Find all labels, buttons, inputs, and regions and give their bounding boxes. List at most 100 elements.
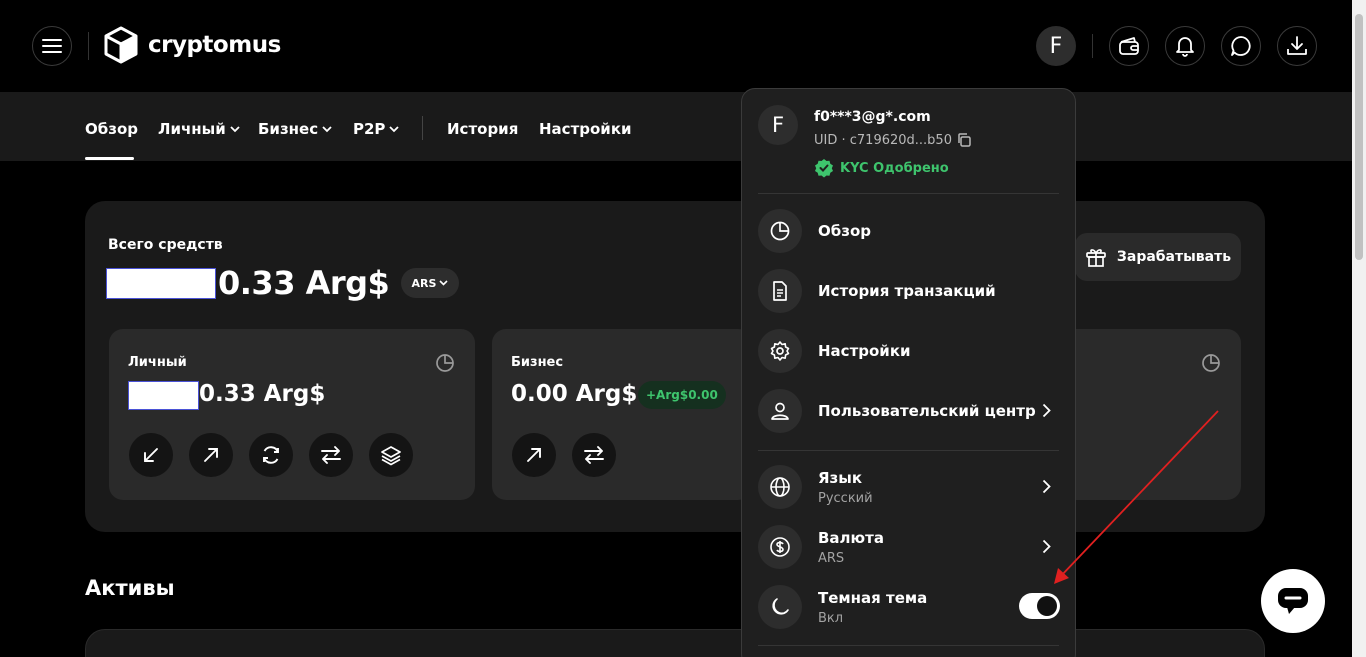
copy-icon[interactable] — [956, 132, 972, 148]
uid-text: UID · c719620d...b50 — [814, 132, 952, 148]
card-amount: 0.33 Arg$ — [199, 381, 326, 407]
divider — [88, 32, 89, 60]
globe-icon — [770, 477, 790, 497]
menu-item-value: Вкл — [818, 611, 844, 626]
user-uid: UID · c719620d...b50 — [814, 132, 972, 148]
transfer-button[interactable] — [309, 433, 353, 477]
menu-item-user-center[interactable]: Пользовательский центр — [758, 389, 1059, 435]
receive-button[interactable] — [129, 433, 173, 477]
nav-overview[interactable]: Обзор — [85, 120, 138, 138]
chat-icon — [1231, 36, 1251, 56]
icon-circle — [758, 209, 802, 253]
page-scrollbar[interactable] — [1352, 0, 1366, 657]
user-email: f0***3@g*.com — [814, 109, 931, 125]
send-icon — [527, 448, 541, 462]
avatar-letter: F — [771, 113, 785, 137]
profile-dropdown: F f0***3@g*.com UID · c719620d...b50 KYC… — [741, 88, 1076, 657]
menu-item-transaction-history[interactable]: История транзакций — [758, 269, 1059, 315]
chevron-down-icon — [322, 125, 332, 132]
currency-label: ARS — [411, 276, 437, 290]
nav-personal[interactable]: Личный — [158, 120, 240, 138]
user-avatar-button[interactable]: F — [1036, 26, 1076, 66]
user-icon — [771, 402, 789, 420]
earn-button-label: Зарабатывать — [1116, 249, 1232, 265]
top-bar: cryptomus F — [0, 0, 1352, 92]
assets-list — [85, 629, 1265, 657]
notifications-button[interactable] — [1165, 26, 1205, 66]
logo[interactable]: cryptomus — [104, 26, 281, 64]
menu-item-label: Темная тема — [818, 589, 928, 607]
avatar-letter: F — [1049, 33, 1063, 59]
redacted-value — [106, 268, 216, 299]
divider — [758, 450, 1059, 451]
menu-item-settings[interactable]: Настройки — [758, 329, 1059, 375]
staking-icon — [381, 446, 401, 466]
hamburger-icon — [42, 39, 62, 53]
assets-heading: Активы — [85, 576, 175, 600]
transfer-icon — [584, 446, 604, 464]
chat-bubble-icon — [1278, 588, 1308, 614]
staking-button[interactable] — [369, 433, 413, 477]
wallet-icon — [1119, 37, 1139, 55]
nav-label: P2P — [353, 120, 386, 138]
support-chat-button[interactable] — [1261, 569, 1325, 633]
chevron-right-icon — [1042, 479, 1051, 494]
chevron-down-icon — [439, 280, 449, 286]
card-label: Бизнес — [511, 355, 564, 370]
menu-item-dark-theme: Темная тема Вкл — [758, 585, 1059, 631]
menu-item-currency[interactable]: Валюта ARS — [758, 525, 1059, 571]
menu-item-value: Русский — [818, 491, 873, 506]
icon-circle — [758, 465, 802, 509]
wallet-button[interactable] — [1109, 26, 1149, 66]
menu-item-label: Пользовательский центр — [818, 402, 1036, 420]
total-balance-label: Всего средств — [108, 237, 223, 253]
send-icon — [204, 448, 218, 462]
nav-label: Личный — [158, 120, 226, 138]
send-button[interactable] — [512, 433, 556, 477]
pie-chart-icon — [770, 221, 790, 241]
menu-item-overview[interactable]: Обзор — [758, 209, 1059, 255]
gift-icon — [1086, 249, 1106, 267]
divider — [1092, 34, 1093, 58]
menu-button[interactable] — [32, 26, 72, 66]
nav-p2p[interactable]: P2P — [353, 120, 400, 138]
download-button[interactable] — [1277, 26, 1317, 66]
nav-label: Бизнес — [258, 120, 319, 138]
currency-selector[interactable]: ARS — [401, 268, 459, 298]
chevron-down-icon — [389, 125, 400, 132]
dollar-icon — [770, 537, 790, 557]
icon-circle — [758, 329, 802, 373]
download-icon — [1287, 36, 1307, 55]
chevron-right-icon — [1042, 539, 1051, 554]
nav-settings[interactable]: Настройки — [539, 120, 632, 138]
logo-text: cryptomus — [148, 32, 281, 58]
nav-business[interactable]: Бизнес — [258, 120, 332, 138]
menu-item-value: ARS — [818, 551, 845, 566]
transfer-icon — [321, 446, 341, 464]
card-label: Личный — [128, 355, 187, 370]
pie-chart-icon[interactable] — [435, 353, 455, 373]
chevron-right-icon — [1042, 403, 1051, 418]
exchange-icon — [263, 446, 279, 464]
dark-theme-toggle[interactable] — [1019, 593, 1060, 619]
scrollbar-thumb[interactable] — [1355, 14, 1363, 260]
nav-history[interactable]: История — [447, 120, 518, 138]
transfer-button[interactable] — [572, 433, 616, 477]
messages-button[interactable] — [1221, 26, 1261, 66]
bell-icon — [1176, 37, 1194, 57]
menu-item-language[interactable]: Язык Русский — [758, 465, 1059, 511]
avatar: F — [758, 105, 798, 145]
pie-chart-icon[interactable] — [1201, 353, 1221, 373]
chevron-down-icon — [230, 125, 240, 132]
earn-button[interactable]: Зарабатывать — [1075, 233, 1241, 281]
gear-icon — [770, 341, 790, 361]
menu-item-label: История транзакций — [818, 282, 996, 300]
icon-circle — [758, 585, 802, 629]
send-button[interactable] — [189, 433, 233, 477]
exchange-button[interactable] — [249, 433, 293, 477]
icon-circle — [758, 389, 802, 433]
icon-circle — [758, 525, 802, 569]
menu-item-label: Обзор — [818, 222, 871, 240]
divider — [758, 645, 1059, 646]
divider — [758, 193, 1059, 194]
